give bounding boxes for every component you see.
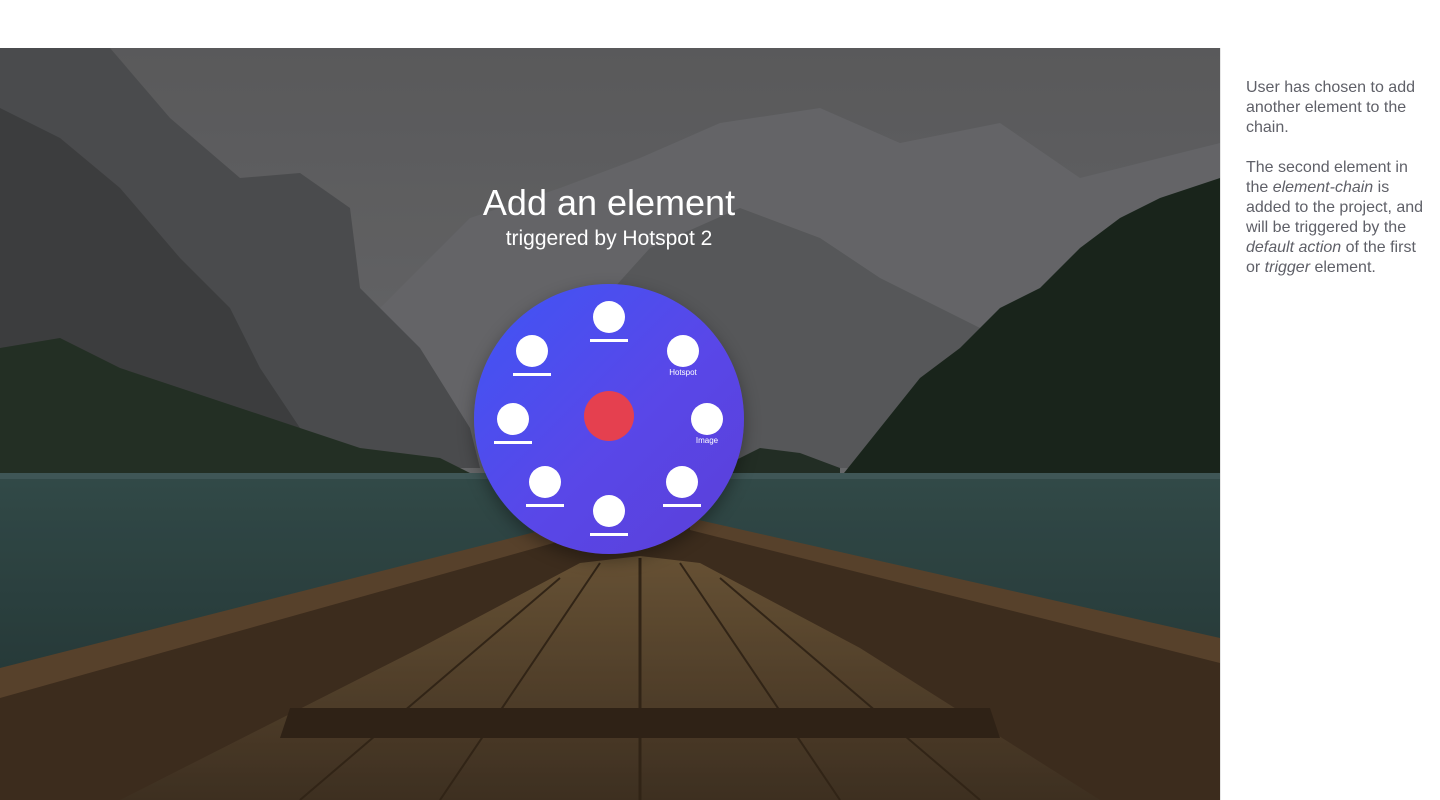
annotation-emphasis: default action xyxy=(1246,239,1342,256)
dialog-subtitle: triggered by Hotspot 2 xyxy=(505,227,713,250)
element-picker-wheel: Hotspot Image xyxy=(474,284,744,554)
element-option-icon xyxy=(529,466,561,498)
element-option-bottom-right[interactable] xyxy=(657,466,707,518)
element-option-icon xyxy=(666,466,698,498)
element-option-bottom-left[interactable] xyxy=(520,466,570,518)
annotation-emphasis: trigger xyxy=(1264,259,1311,276)
element-option-label-placeholder xyxy=(513,373,551,376)
element-option-label-placeholder xyxy=(494,441,532,444)
element-option-label: Image xyxy=(695,436,719,445)
annotation-emphasis: element-chain xyxy=(1272,179,1374,196)
element-option-hotspot[interactable]: Hotspot xyxy=(658,335,708,387)
add-element-heading: Add an element triggered by Hotspot 2 xyxy=(409,181,809,253)
annotation-notes: User has chosen to add another element t… xyxy=(1246,78,1426,298)
element-option-label-placeholder xyxy=(590,339,628,342)
element-option-left[interactable] xyxy=(488,403,538,455)
dialog-title: Add an element xyxy=(482,182,736,223)
hotspot-icon xyxy=(667,335,699,367)
element-option-bottom[interactable] xyxy=(584,495,634,547)
element-option-label-placeholder xyxy=(663,504,701,507)
element-option-icon xyxy=(593,301,625,333)
close-center-button[interactable] xyxy=(584,391,634,441)
canvas[interactable]: Add an element triggered by Hotspot 2 Ho… xyxy=(0,48,1220,800)
top-bar xyxy=(0,0,1440,48)
element-option-label-placeholder xyxy=(590,533,628,536)
annotation-sidebar: User has chosen to add another element t… xyxy=(1220,48,1440,800)
element-option-label-placeholder xyxy=(526,504,564,507)
image-icon xyxy=(691,403,723,435)
element-option-image[interactable]: Image xyxy=(682,403,732,455)
annotation-paragraph-2: The second element in the element-chain … xyxy=(1246,158,1426,278)
element-option-top[interactable] xyxy=(584,301,634,353)
annotation-text: element. xyxy=(1310,259,1376,276)
element-option-top-left[interactable] xyxy=(507,335,557,387)
element-option-icon xyxy=(593,495,625,527)
annotation-paragraph-1: User has chosen to add another element t… xyxy=(1246,79,1415,136)
element-option-icon xyxy=(497,403,529,435)
element-option-label: Hotspot xyxy=(669,368,697,377)
element-option-icon xyxy=(516,335,548,367)
